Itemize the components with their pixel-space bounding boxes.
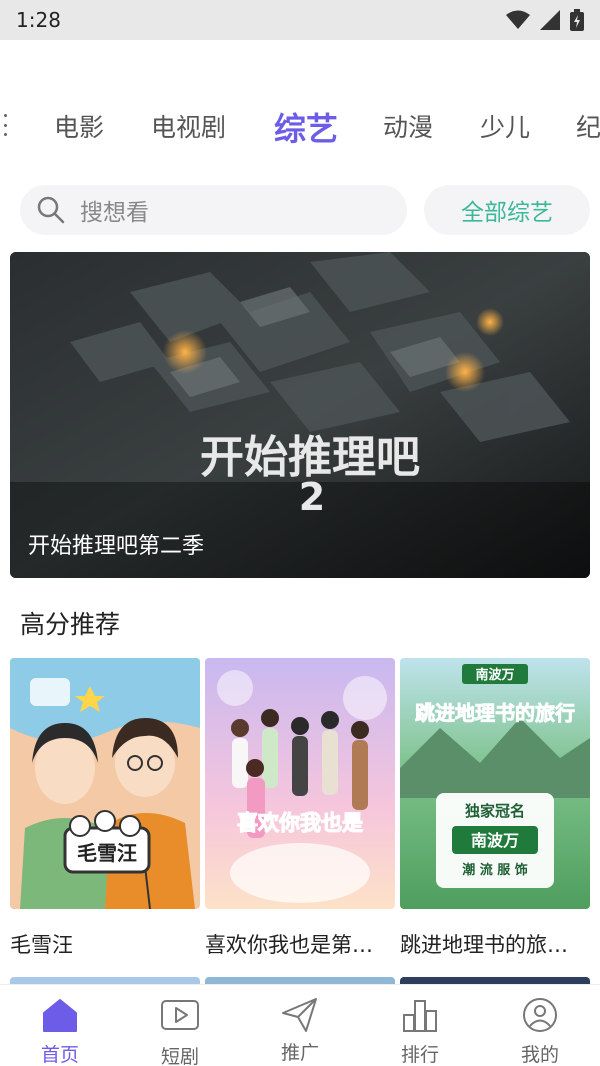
- banner-show-logo: 开始推理吧 2: [200, 432, 420, 512]
- status-time: 1:28: [16, 8, 61, 32]
- tab-documentary[interactable]: 纪: [576, 108, 600, 144]
- home-icon: [43, 999, 77, 1032]
- show-poster: 喜欢你我也是: [205, 658, 395, 909]
- tab-movies[interactable]: 电影: [54, 108, 104, 144]
- poster-sponsor-tagline: 潮 流 服 饰: [462, 862, 528, 878]
- nav-home-label: 首页: [40, 1044, 79, 1066]
- banner-caption: 开始推理吧第二季: [28, 534, 205, 559]
- all-variety-button[interactable]: 全部综艺: [424, 185, 590, 235]
- poster-brand: 南波万: [475, 667, 514, 683]
- nav-short-drama-label: 短剧: [160, 1046, 199, 1066]
- show-title: 跳进地理书的旅…: [400, 933, 568, 957]
- nav-ranking-label: 排行: [400, 1044, 439, 1066]
- show-title: 喜欢你我也是第…: [205, 933, 373, 957]
- show-poster: 南波万 跳进地理书的旅行 独家冠名 南波万 潮 流 服 饰: [400, 658, 590, 909]
- send-icon: [282, 998, 317, 1032]
- battery-icon: [570, 9, 584, 31]
- poster-text: 跳进地理书的旅行: [415, 701, 575, 725]
- section-title: 高分推荐: [20, 610, 121, 639]
- show-poster: 毛雪汪: [10, 658, 200, 909]
- search-input[interactable]: 搜想看: [20, 185, 407, 235]
- poster-sponsor-label: 独家冠名: [465, 802, 525, 820]
- signal-icon: [540, 10, 560, 30]
- show-card-tiaojin[interactable]: 南波万 跳进地理书的旅行 独家冠名 南波万 潮 流 服 饰 跳进地理书的旅…: [400, 658, 590, 959]
- tab-tv-series[interactable]: 电视剧: [151, 108, 226, 144]
- search-icon: [37, 196, 65, 224]
- tab-variety[interactable]: 综艺: [274, 104, 338, 150]
- tab-anime[interactable]: 动漫: [383, 108, 433, 144]
- nav-mine[interactable]: 我的: [480, 985, 600, 1066]
- show-card-maoxuewang[interactable]: 毛雪汪 毛雪汪: [10, 658, 200, 959]
- hero-banner[interactable]: 开始推理吧 2 开始推理吧第二季: [10, 252, 590, 578]
- show-title: 毛雪汪: [10, 933, 73, 957]
- category-tabs: 电影 电视剧 综艺 动漫 少儿 纪: [0, 100, 600, 156]
- nav-promote[interactable]: 推广: [240, 985, 360, 1066]
- poster-text: 毛雪汪: [77, 841, 137, 865]
- nav-short-drama[interactable]: 短剧: [120, 985, 240, 1066]
- user-icon: [523, 998, 557, 1032]
- wifi-icon: [506, 10, 530, 29]
- tab-kids[interactable]: 少儿: [480, 108, 530, 144]
- poster-text: 喜欢你我也是: [237, 811, 363, 835]
- status-icons: [506, 9, 584, 31]
- chart-icon: [403, 1000, 437, 1032]
- play-icon: [161, 1000, 199, 1030]
- status-bar: 1:28: [0, 0, 600, 40]
- search-placeholder: 搜想看: [80, 200, 149, 226]
- show-card-xihuanni[interactable]: 喜欢你我也是 喜欢你我也是第…: [205, 658, 395, 959]
- bottom-nav: 首页 短剧 推广 排行 我的: [0, 985, 600, 1066]
- nav-mine-label: 我的: [520, 1044, 559, 1066]
- tab-grip-icon: [4, 114, 8, 136]
- nav-home[interactable]: 首页: [0, 985, 120, 1066]
- poster-sponsor: 南波万: [471, 831, 519, 850]
- nav-promote-label: 推广: [280, 1042, 319, 1064]
- banner-logo-number: 2: [299, 475, 325, 512]
- nav-ranking[interactable]: 排行: [360, 985, 480, 1066]
